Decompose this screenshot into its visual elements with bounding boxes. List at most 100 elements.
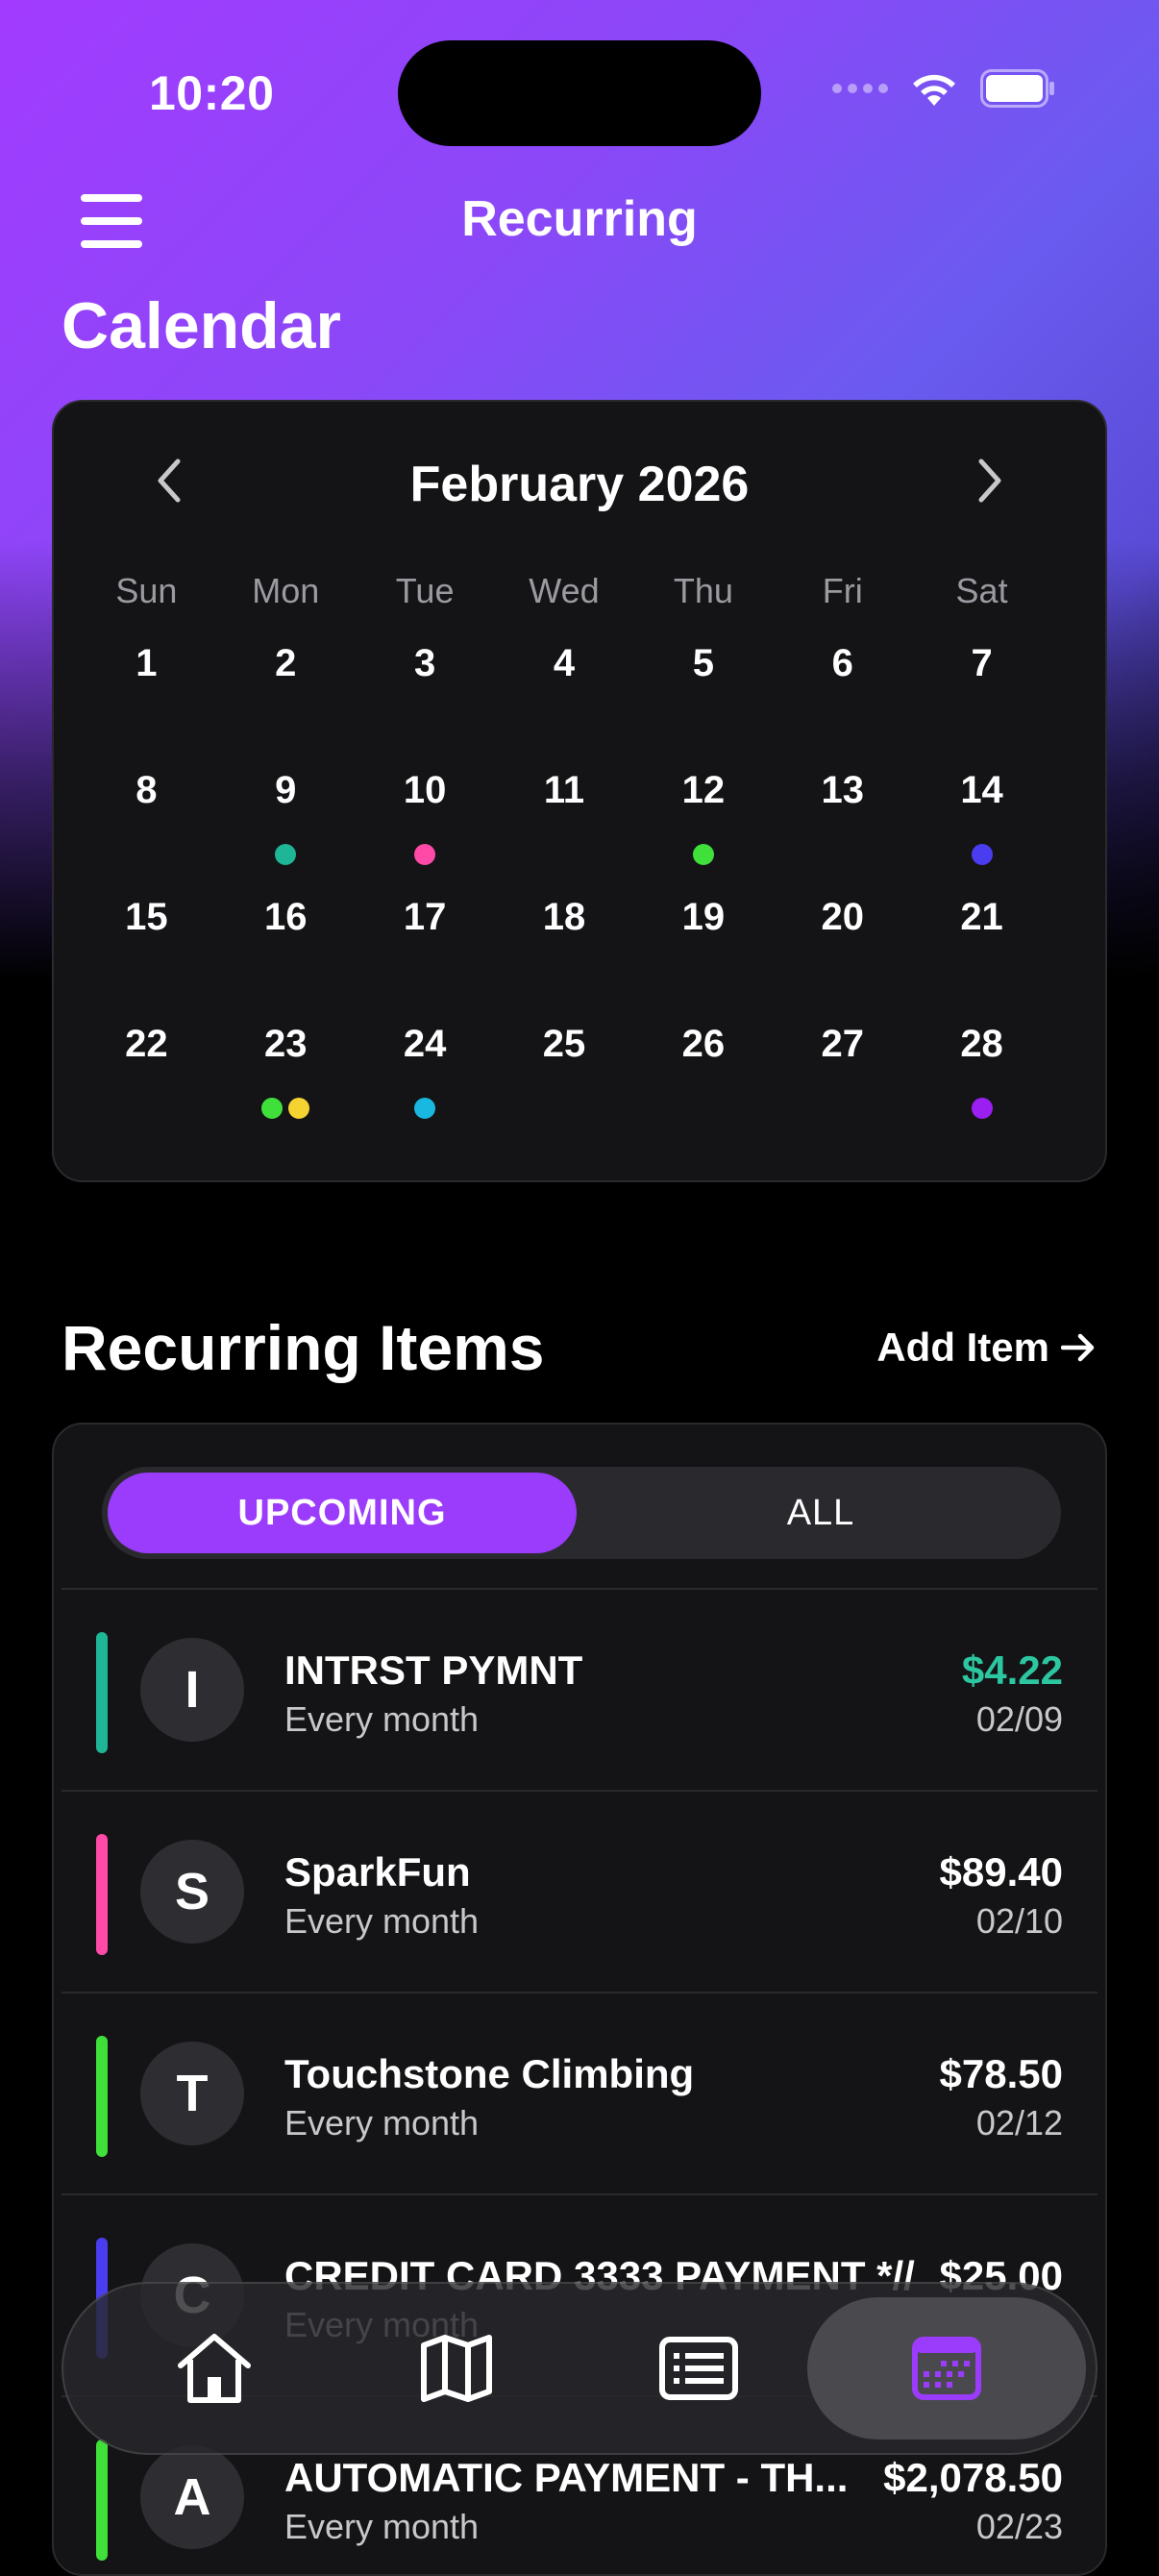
- day-number: 11: [543, 769, 585, 811]
- map-icon: [421, 2335, 492, 2402]
- calendar-week: 1 2 3 4 5 6 7: [77, 621, 1051, 748]
- day-number: 24: [403, 1023, 447, 1065]
- recurring-item-row[interactable]: S SparkFun Every month $89.40 02/10: [54, 1792, 1105, 1994]
- day-number: 28: [960, 1023, 1003, 1065]
- tab-upcoming[interactable]: UPCOMING: [108, 1473, 577, 1553]
- item-date: 02/10: [975, 1901, 1063, 1941]
- home-tab[interactable]: [142, 2299, 286, 2438]
- calendar-day[interactable]: 22: [77, 1002, 216, 1128]
- page-title: Recurring: [461, 191, 698, 247]
- day-number: 4: [553, 642, 576, 684]
- calendar-day[interactable]: 6: [773, 621, 912, 748]
- item-avatar: A: [140, 2445, 244, 2549]
- item-date: 02/12: [975, 2103, 1063, 2143]
- item-amount: $89.40: [939, 1849, 1063, 1895]
- calendar-day[interactable]: 9: [216, 748, 356, 875]
- item-amount: $4.22: [961, 1647, 1063, 1693]
- calendar-day[interactable]: 2: [216, 621, 356, 748]
- calendar-day[interactable]: 14: [912, 748, 1051, 875]
- day-number: 7: [971, 642, 993, 684]
- item-amount: $2,078.50: [883, 2455, 1063, 2500]
- item-avatar: T: [140, 2042, 244, 2145]
- day-number: 20: [821, 896, 864, 938]
- calendar-day[interactable]: 12: [633, 748, 773, 875]
- calendar-week: 22 23 24 25 26 27 28: [77, 1002, 1051, 1128]
- calendar-day[interactable]: 18: [495, 875, 634, 1002]
- calendar-day[interactable]: 10: [356, 748, 495, 875]
- calendar-day[interactable]: 26: [633, 1002, 773, 1128]
- item-color-bar: [96, 1834, 108, 1955]
- home-icon: [178, 2334, 251, 2403]
- list-icon: [659, 2337, 738, 2400]
- weekday-label: Fri: [822, 571, 863, 610]
- filter-segmented-control: UPCOMING ALL: [102, 1467, 1061, 1559]
- calendar-day[interactable]: 4: [495, 621, 634, 748]
- day-number: 15: [125, 896, 168, 938]
- calendar-day[interactable]: 15: [77, 875, 216, 1002]
- calendar-day[interactable]: 23: [216, 1002, 356, 1128]
- dynamic-island: [398, 40, 761, 146]
- calendar-day[interactable]: 13: [773, 748, 912, 875]
- day-number: 18: [542, 896, 586, 938]
- item-frequency: Every month: [284, 2507, 480, 2546]
- calendar-week: 8 9 10 11 12 13 14: [77, 748, 1051, 875]
- calendar-day[interactable]: 7: [912, 621, 1051, 748]
- transactions-tab[interactable]: [627, 2299, 771, 2438]
- calendar-day[interactable]: 19: [633, 875, 773, 1002]
- calendar-day[interactable]: 25: [495, 1002, 634, 1128]
- item-date: 02/09: [975, 1699, 1063, 1739]
- status-time: 10:20: [149, 66, 275, 120]
- calendar-day[interactable]: 28: [912, 1002, 1051, 1128]
- calendar-tab[interactable]: [875, 2299, 1019, 2438]
- day-number: 26: [681, 1023, 726, 1065]
- calendar-day[interactable]: 16: [216, 875, 356, 1002]
- add-item-button[interactable]: Add Item: [876, 1325, 1096, 1371]
- add-item-label: Add Item: [876, 1325, 1049, 1370]
- calendar-day[interactable]: 24: [356, 1002, 495, 1128]
- calendar-day[interactable]: 11: [495, 748, 634, 875]
- calendar-day[interactable]: 5: [633, 621, 773, 748]
- calendar-icon: [912, 2337, 981, 2400]
- tab-all[interactable]: ALL: [586, 1473, 1055, 1553]
- next-month-button[interactable]: [961, 452, 1019, 509]
- arrow-right-icon: [1061, 1333, 1095, 1362]
- weekday-label: Mon: [252, 571, 320, 610]
- event-indicator: [633, 844, 773, 865]
- event-dot: [414, 844, 436, 865]
- day-number: 9: [275, 769, 297, 811]
- item-name: Touchstone Climbing: [284, 2051, 695, 2096]
- recurring-item-row[interactable]: T Touchstone Climbing Every month $78.50 02/…: [54, 1994, 1105, 2195]
- wifi-icon: [913, 74, 955, 106]
- weekday-label: Sat: [955, 571, 1008, 610]
- calendar-day[interactable]: 3: [356, 621, 495, 748]
- day-number: 6: [831, 642, 853, 684]
- item-avatar: S: [140, 1840, 244, 1944]
- calendar-section-title: Calendar: [62, 289, 341, 362]
- day-number: 27: [821, 1023, 864, 1065]
- recurring-section-title: Recurring Items: [62, 1312, 545, 1383]
- weekday-label: Tue: [395, 571, 455, 610]
- day-number: 21: [960, 896, 1003, 938]
- recurring-item-row[interactable]: I INTRST PYMNT Every month $4.22 02/09: [54, 1590, 1105, 1792]
- event-dot: [288, 1098, 310, 1119]
- event-dot: [414, 1098, 436, 1119]
- weekday-header: Sun Mon Tue Wed Thu Fri Sat: [77, 571, 1051, 621]
- calendar-day[interactable]: 27: [773, 1002, 912, 1128]
- day-number: 17: [403, 896, 447, 938]
- calendar-day[interactable]: 1: [77, 621, 216, 748]
- item-color-bar: [96, 2036, 108, 2157]
- calendar-day[interactable]: 20: [773, 875, 912, 1002]
- tab-bar: [62, 2282, 1097, 2455]
- calendar-day[interactable]: 17: [356, 875, 495, 1002]
- calendar-card: February 2026 Sun Mon Tue Wed Thu Fri Sat 1234…: [52, 400, 1107, 1182]
- day-number: 13: [821, 769, 864, 811]
- calendar-day[interactable]: 21: [912, 875, 1051, 1002]
- day-number: 14: [960, 769, 1003, 811]
- item-name: AUTOMATIC PAYMENT - TH...: [284, 2455, 849, 2500]
- map-tab[interactable]: [384, 2299, 529, 2438]
- event-indicator: [216, 1098, 356, 1119]
- event-indicator: [356, 844, 495, 865]
- calendar-day[interactable]: 8: [77, 748, 216, 875]
- event-dot: [971, 844, 993, 865]
- day-number: 23: [264, 1023, 308, 1065]
